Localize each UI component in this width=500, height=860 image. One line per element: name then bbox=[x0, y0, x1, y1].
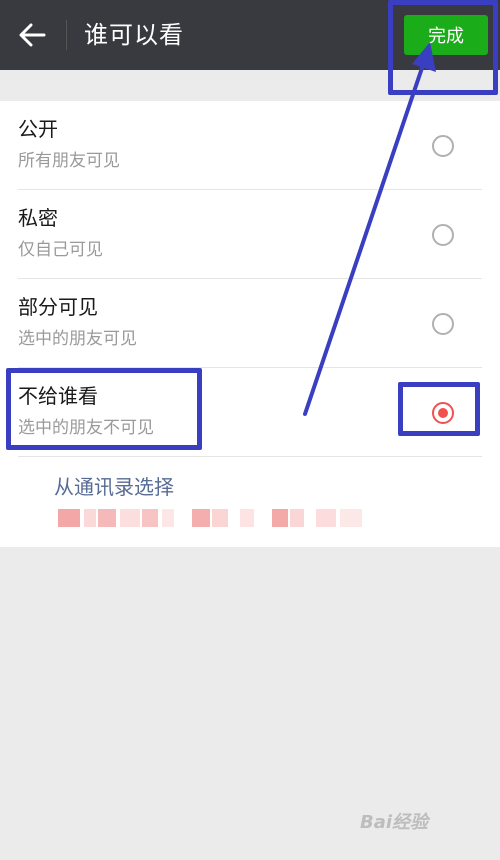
blurred-name-block bbox=[240, 509, 254, 527]
radio-button[interactable] bbox=[432, 224, 454, 246]
blurred-name-block bbox=[290, 509, 304, 527]
option-title: 公开 bbox=[18, 117, 58, 141]
back-button[interactable] bbox=[12, 17, 52, 53]
option-title: 私密 bbox=[18, 206, 58, 230]
visibility-options-list: 公开 所有朋友可见 私密 仅自己可见 部分可见 选中的朋友可见 不给谁看 选中的… bbox=[0, 101, 500, 547]
selected-contacts-blurred bbox=[54, 507, 374, 531]
watermark: Bai经验 bbox=[360, 812, 429, 833]
radio-button[interactable] bbox=[432, 313, 454, 335]
option-description: 选中的朋友可见 bbox=[18, 329, 137, 349]
option-private[interactable]: 私密 仅自己可见 bbox=[0, 190, 500, 279]
blurred-name-block bbox=[212, 509, 228, 527]
page-title: 谁可以看 bbox=[84, 21, 184, 49]
blurred-name-block bbox=[84, 509, 96, 527]
blurred-name-block bbox=[58, 509, 80, 527]
radio-button[interactable] bbox=[432, 135, 454, 157]
blurred-name-block bbox=[162, 509, 174, 527]
annotation-box-option bbox=[6, 368, 202, 450]
blurred-name-block bbox=[120, 509, 140, 527]
header-divider bbox=[66, 20, 67, 50]
blurred-name-block bbox=[142, 509, 158, 527]
back-arrow-icon bbox=[19, 23, 46, 47]
divider bbox=[18, 456, 482, 457]
option-partial-visible[interactable]: 部分可见 选中的朋友可见 bbox=[0, 279, 500, 368]
blurred-name-block bbox=[192, 509, 210, 527]
annotation-box-radio bbox=[398, 382, 480, 436]
blurred-name-block bbox=[340, 509, 362, 527]
option-title: 部分可见 bbox=[18, 295, 98, 319]
option-description: 仅自己可见 bbox=[18, 240, 103, 260]
select-from-contacts-link[interactable]: 从通讯录选择 bbox=[54, 473, 174, 501]
option-description: 所有朋友可见 bbox=[18, 151, 120, 171]
blurred-name-block bbox=[272, 509, 288, 527]
blurred-name-block bbox=[98, 509, 116, 527]
blurred-name-block bbox=[316, 509, 336, 527]
annotation-box-done bbox=[388, 0, 498, 95]
option-public[interactable]: 公开 所有朋友可见 bbox=[0, 101, 500, 190]
